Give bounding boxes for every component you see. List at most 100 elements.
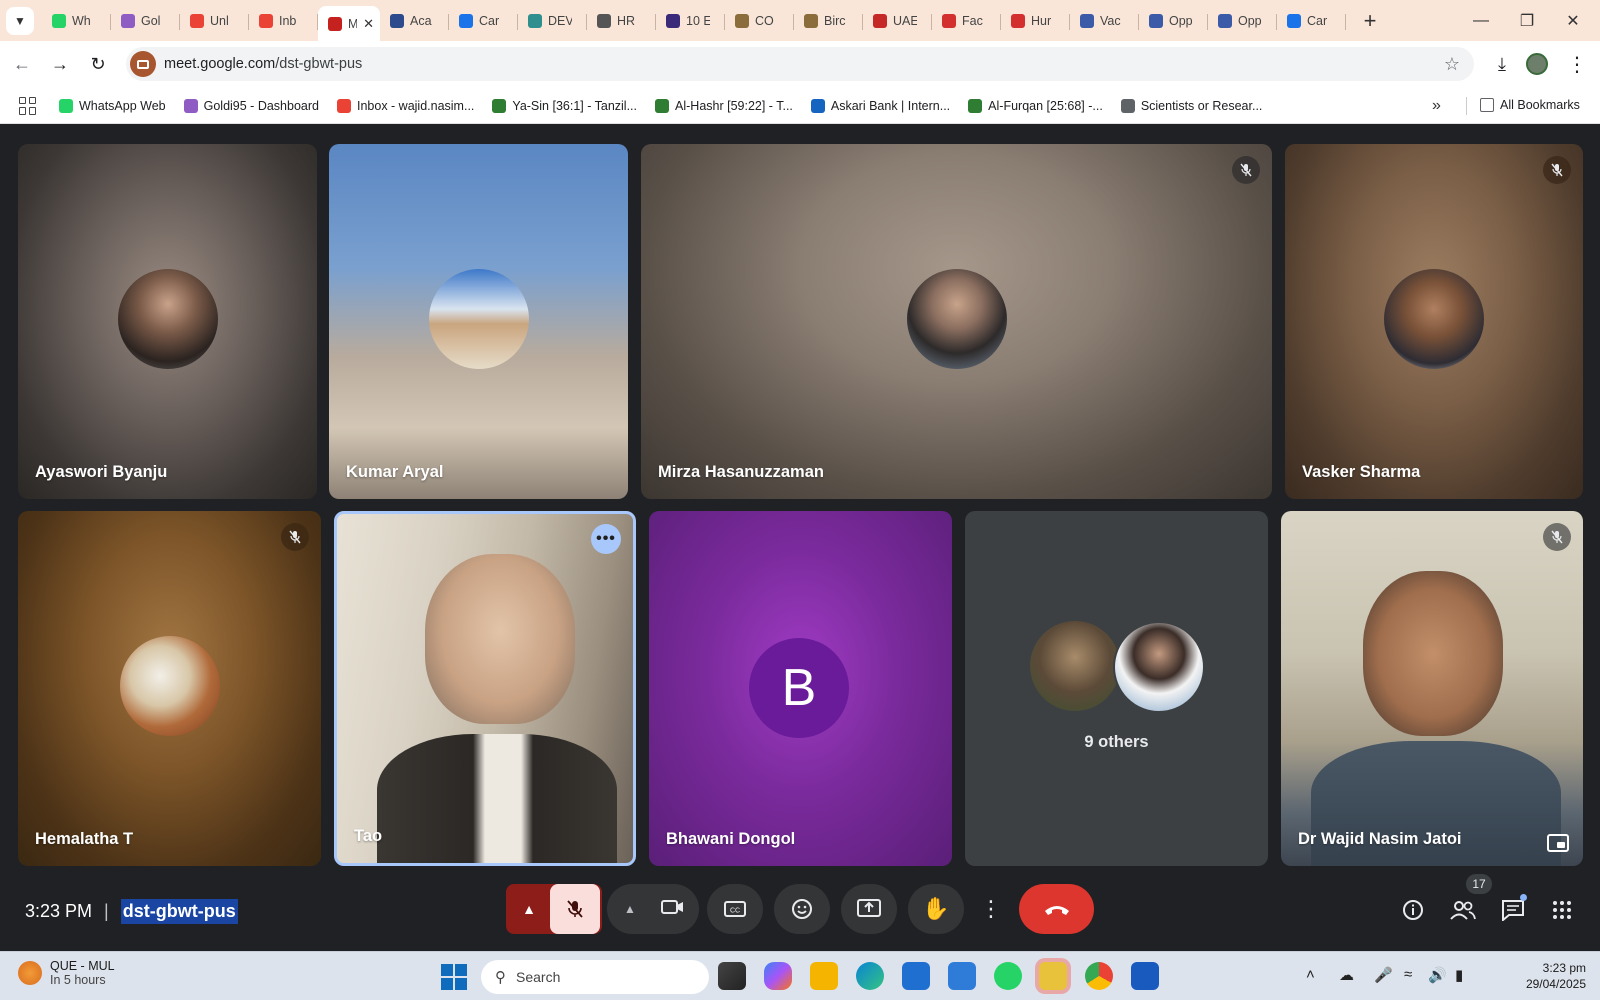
reactions-button[interactable] <box>774 884 830 934</box>
file-explorer-icon[interactable] <box>810 962 838 990</box>
profile-avatar[interactable] <box>1526 53 1548 75</box>
more-options-button[interactable]: ⋮ <box>975 884 1007 934</box>
taskbar-search[interactable]: ⚲ Search <box>481 960 709 994</box>
captions-button[interactable]: CC <box>707 884 763 934</box>
browser-tab[interactable]: DEV <box>518 5 587 37</box>
bookmark-item[interactable]: Al-Furqan [25:68] -... <box>968 98 1103 113</box>
apps-grid-icon[interactable] <box>19 96 37 115</box>
browser-tab[interactable]: Fac <box>932 5 1001 37</box>
snipping-tool-icon[interactable] <box>948 962 976 990</box>
tile-more-options-button[interactable]: ••• <box>591 524 621 554</box>
show-hidden-icons-chevron-icon[interactable]: ˄ <box>1306 966 1315 983</box>
task-view-icon[interactable] <box>718 962 746 990</box>
bookmark-item[interactable]: Al-Hashr [59:22] - T... <box>655 98 793 113</box>
browser-tab[interactable]: Inb <box>249 5 318 37</box>
bookmark-item[interactable]: Scientists or Resear... <box>1120 98 1262 113</box>
participant-tile-vasker[interactable]: Vasker Sharma <box>1285 144 1583 499</box>
all-bookmarks-button[interactable]: All Bookmarks <box>1480 98 1580 112</box>
word-icon[interactable] <box>1131 962 1159 990</box>
camera-toggle-button[interactable] <box>650 898 696 921</box>
participant-name: Hemalatha T <box>35 830 134 848</box>
reload-button[interactable]: ↻ <box>82 48 114 80</box>
browser-tab[interactable]: CO <box>725 5 794 37</box>
back-button[interactable]: ← <box>6 48 38 80</box>
bookmark-item[interactable]: Askari Bank | Intern... <box>810 98 950 113</box>
bookmark-favicon-icon <box>810 98 825 113</box>
bookmark-favicon-icon <box>655 98 670 113</box>
sticky-notes-icon[interactable] <box>1039 962 1067 990</box>
participant-tile-kumar[interactable]: Kumar Aryal <box>329 144 628 499</box>
participant-tile-bhawani[interactable]: B Bhawani Dongol <box>649 511 952 866</box>
bookmark-star-icon[interactable]: ☆ <box>1444 54 1460 75</box>
browser-tab[interactable]: Birc <box>794 5 863 37</box>
system-clock[interactable]: 3:23 pm 29/04/2025 <box>1526 960 1586 992</box>
volume-icon[interactable]: 🔊 <box>1428 966 1447 984</box>
chrome-icon[interactable] <box>1085 962 1113 990</box>
participant-tile-tao[interactable]: ••• Tao <box>334 511 636 866</box>
browser-tab[interactable]: 10 E <box>656 5 725 37</box>
meeting-details-button[interactable] <box>1397 894 1429 926</box>
bookmark-item[interactable]: WhatsApp Web <box>59 98 166 113</box>
wifi-icon[interactable]: ≈ <box>1404 966 1412 983</box>
browser-tab[interactable]: Aca <box>380 5 449 37</box>
participant-tile-mirza[interactable]: Mirza Hasanuzzaman <box>641 144 1272 499</box>
copilot-icon[interactable] <box>764 962 792 990</box>
store-icon[interactable] <box>902 962 930 990</box>
battery-icon[interactable]: ▮ <box>1455 966 1463 984</box>
participant-tile-others[interactable]: 9 others <box>965 511 1268 866</box>
browser-tab-bar: ▼ Wh Gol Unl Inb M ✕ Aca Car DEV HR 10 E CO Birc UAE F… <box>0 0 1600 42</box>
browser-tab[interactable]: Car <box>449 5 518 37</box>
bookmark-item[interactable]: Inbox - wajid.nasim... <box>336 98 474 113</box>
browser-tab[interactable]: Car <box>1277 5 1346 37</box>
browser-tab[interactable]: Opp <box>1208 5 1277 37</box>
picture-in-picture-icon[interactable] <box>1547 834 1569 852</box>
weather-widget[interactable]: QUE - MUL In 5 hours <box>18 959 115 987</box>
minimize-button[interactable]: — <box>1458 0 1504 41</box>
new-tab-button[interactable]: + <box>1356 8 1384 34</box>
microphone-icon[interactable]: 🎤 <box>1374 966 1393 984</box>
browser-tab[interactable]: HR <box>587 5 656 37</box>
onedrive-icon[interactable]: ☁ <box>1339 966 1354 984</box>
bookmark-item[interactable]: Ya-Sin [36:1] - Tanzil... <box>492 98 638 113</box>
start-button[interactable] <box>441 964 467 990</box>
restore-button[interactable]: ❐ <box>1504 0 1550 41</box>
present-screen-button[interactable] <box>841 884 897 934</box>
browser-tab[interactable]: Gol <box>111 5 180 37</box>
activities-button[interactable] <box>1546 894 1578 926</box>
url-text: meet.google.com/dst-gbwt-pus <box>164 56 363 72</box>
browser-tab[interactable]: M ✕ <box>318 5 380 42</box>
bookmark-item[interactable]: Goldi95 - Dashboard <box>183 98 319 113</box>
downloads-button[interactable]: ⤓ <box>1486 48 1518 80</box>
site-info-icon[interactable] <box>130 51 156 77</box>
browser-menu-button[interactable]: ⋮ <box>1561 48 1593 80</box>
browser-tab[interactable]: Hur <box>1001 5 1070 37</box>
edge-icon[interactable] <box>856 962 884 990</box>
browser-tab[interactable]: Opp <box>1139 5 1208 37</box>
whatsapp-icon[interactable] <box>994 962 1022 990</box>
close-tab-icon[interactable]: ✕ <box>363 16 374 32</box>
tab-label: Wh <box>72 13 91 28</box>
more-bookmarks-chevron-icon[interactable]: » <box>1432 97 1441 115</box>
meeting-code[interactable]: dst-gbwt-pus <box>120 899 238 924</box>
participant-tile-hemalatha[interactable]: Hemalatha T <box>18 511 321 866</box>
camera-options-chevron-icon[interactable]: ▲ <box>610 902 650 916</box>
people-button[interactable] <box>1447 894 1479 926</box>
forward-button[interactable]: → <box>44 48 76 80</box>
close-window-button[interactable]: ✕ <box>1550 0 1596 41</box>
address-bar[interactable]: meet.google.com/dst-gbwt-pus ☆ <box>126 47 1474 81</box>
raise-hand-button[interactable]: ✋ <box>908 884 964 934</box>
participant-tile-self[interactable]: Dr Wajid Nasim Jatoi <box>1281 511 1583 866</box>
mic-options-chevron-icon[interactable]: ▲ <box>508 884 550 934</box>
participant-tile-ayaswori[interactable]: Ayaswori Byanju <box>18 144 317 499</box>
browser-tab[interactable]: Vac <box>1070 5 1139 37</box>
chat-button[interactable] <box>1497 894 1529 926</box>
leave-call-button[interactable] <box>1019 884 1094 934</box>
browser-tab[interactable]: UAE <box>863 5 932 37</box>
tab-search-button[interactable]: ▼ <box>6 6 34 35</box>
tab-favicon-icon <box>666 13 680 28</box>
browser-tab[interactable]: Unl <box>180 5 249 37</box>
mic-toggle-button[interactable] <box>550 884 600 934</box>
bookmark-label: Ya-Sin [36:1] - Tanzil... <box>512 98 638 113</box>
browser-tab[interactable]: Wh <box>42 5 111 37</box>
tab-favicon-icon <box>528 13 542 28</box>
